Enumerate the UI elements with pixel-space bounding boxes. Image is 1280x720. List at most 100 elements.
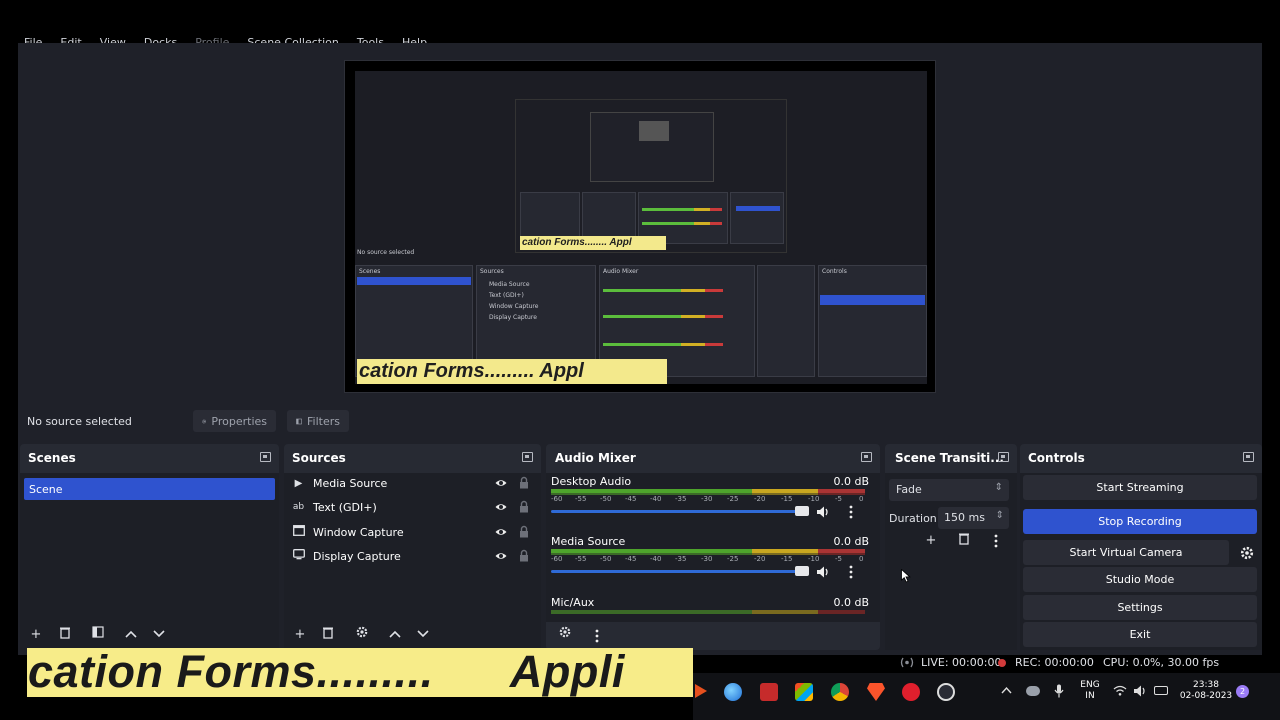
channel-name: Desktop Audio (551, 475, 632, 488)
remove-transition-icon[interactable] (955, 532, 973, 550)
exit-button[interactable]: Exit (1023, 622, 1257, 647)
scene-item[interactable]: Scene (24, 478, 275, 500)
controls-body: Start Streaming Stop Recording Start Vir… (1020, 473, 1262, 650)
chevron-up-icon[interactable] (122, 626, 140, 644)
channel-db: 0.0 dB (833, 596, 869, 609)
notification-badge[interactable]: 2 (1236, 685, 1249, 698)
scene-filters-icon[interactable] (89, 626, 107, 644)
eye-icon[interactable] (495, 550, 507, 562)
source-properties-icon[interactable] (353, 626, 371, 644)
eye-icon[interactable] (495, 501, 507, 513)
chrome-icon[interactable] (831, 683, 849, 701)
volume-icon[interactable] (1133, 685, 1147, 697)
add-scene-icon[interactable]: + (27, 626, 45, 644)
mixer-channel-mic: Mic/Aux 0.0 dB (551, 596, 869, 622)
channel-name: Media Source (551, 535, 626, 548)
more-vertical-icon[interactable] (594, 629, 600, 643)
volume-slider[interactable] (551, 510, 809, 513)
preview-source-2: Text (GDI+) (489, 292, 524, 299)
transition-select[interactable]: Fade (889, 479, 1009, 501)
channel-name: Mic/Aux (551, 596, 595, 609)
chevron-down-icon[interactable] (414, 626, 432, 644)
volume-slider-handle[interactable] (795, 506, 809, 516)
duration-label: Duration (889, 512, 937, 525)
undock-icon[interactable] (1243, 452, 1254, 462)
chevron-up-icon[interactable] (1001, 686, 1012, 694)
scenes-title: Scenes (28, 451, 76, 465)
preview-nested-capture: cation Forms........ Appl (515, 99, 787, 253)
source-label: Media Source (313, 476, 388, 490)
speaker-icon[interactable] (816, 565, 830, 579)
add-source-icon[interactable]: + (291, 626, 309, 644)
undock-icon[interactable] (861, 452, 872, 462)
eye-icon[interactable] (495, 477, 507, 489)
stop-recording-button[interactable]: Stop Recording (1023, 509, 1257, 534)
volume-slider-handle[interactable] (795, 566, 809, 576)
clock-date: 02-08-2023 (1179, 691, 1233, 701)
mixer-settings-icon[interactable] (556, 626, 574, 644)
settings-button[interactable]: Settings (1023, 595, 1257, 620)
lock-icon[interactable] (519, 500, 529, 513)
more-vertical-icon[interactable] (848, 565, 854, 579)
remove-scene-icon[interactable] (56, 626, 74, 644)
preview-source-1: Media Source (489, 281, 530, 288)
battery-icon[interactable] (1154, 686, 1168, 695)
lang-bottom: IN (1085, 691, 1095, 701)
edge-browser-icon[interactable] (724, 683, 742, 701)
filters-button[interactable]: Filters (287, 410, 349, 432)
undock-icon[interactable] (998, 452, 1009, 462)
source-row[interactable]: Window Capture (292, 522, 537, 542)
ticker-text: cation Forms......... Appli (28, 648, 625, 697)
source-label: Display Capture (313, 549, 401, 563)
preview-ticker: cation Forms......... Appl (357, 359, 667, 384)
mixer-channel-desktop: Desktop Audio 0.0 dB -60 -55 -50 -45 -40 -35-… (551, 475, 869, 535)
cpu-status: CPU: 0.0%, 30.00 fps (1103, 656, 1220, 669)
preview-scenes-title: Scenes (359, 268, 381, 275)
undock-icon[interactable] (522, 452, 533, 462)
wifi-icon[interactable] (1113, 685, 1127, 696)
record-indicator-icon (998, 659, 1006, 667)
remove-source-icon[interactable] (319, 626, 337, 644)
lock-icon[interactable] (519, 476, 529, 489)
language-indicator[interactable]: ENG IN (1079, 680, 1101, 702)
gear-icon[interactable] (1240, 546, 1254, 560)
opera-icon[interactable] (902, 683, 920, 701)
speaker-icon[interactable] (816, 505, 830, 519)
studio-mode-button[interactable]: Studio Mode (1023, 567, 1257, 592)
filters-label: Filters (307, 414, 340, 428)
more-vertical-icon[interactable] (993, 534, 999, 548)
lang-top: ENG (1080, 680, 1100, 690)
more-vertical-icon[interactable] (848, 505, 854, 519)
start-streaming-button[interactable]: Start Streaming (1023, 475, 1257, 500)
store-icon[interactable] (795, 683, 813, 701)
source-row[interactable]: ▶ Media Source (292, 473, 537, 493)
volume-slider[interactable] (551, 570, 809, 573)
duration-input[interactable]: 150 ms (938, 507, 1009, 529)
start-virtual-camera-button[interactable]: Start Virtual Camera (1023, 540, 1229, 565)
add-transition-icon[interactable]: + (922, 532, 940, 550)
microphone-icon[interactable] (1054, 684, 1064, 698)
properties-button[interactable]: Properties (193, 410, 276, 432)
channel-db: 0.0 dB (833, 535, 869, 548)
gear-icon (202, 419, 207, 423)
lock-icon[interactable] (519, 525, 529, 538)
preview-capture: cation Forms........ Appl No source sele… (355, 71, 927, 384)
eye-icon[interactable] (495, 526, 507, 538)
sources-dock: Sources ▶ Media Source ab Text (GDI+) Wi… (284, 444, 541, 650)
text-icon: ab (292, 502, 305, 512)
undock-icon[interactable] (260, 452, 271, 462)
signal-icon (900, 657, 914, 668)
mcafee-icon[interactable] (760, 683, 778, 701)
preview-canvas[interactable]: cation Forms........ Appl No source sele… (344, 60, 936, 393)
chevron-down-icon[interactable] (150, 626, 168, 644)
source-row[interactable]: ab Text (GDI+) (292, 497, 537, 517)
obs-icon[interactable] (937, 683, 955, 701)
lock-icon[interactable] (519, 549, 529, 562)
chevron-up-icon[interactable] (386, 626, 404, 644)
source-row[interactable]: Display Capture (292, 546, 537, 566)
audio-mixer-dock: Audio Mixer Desktop Audio 0.0 dB -60 -55-… (546, 444, 880, 650)
mouse-cursor-icon (901, 569, 911, 583)
no-source-label: No source selected (27, 415, 132, 428)
cloud-icon[interactable] (1026, 686, 1040, 696)
clock[interactable]: 23:38 02-08-2023 (1176, 680, 1236, 702)
